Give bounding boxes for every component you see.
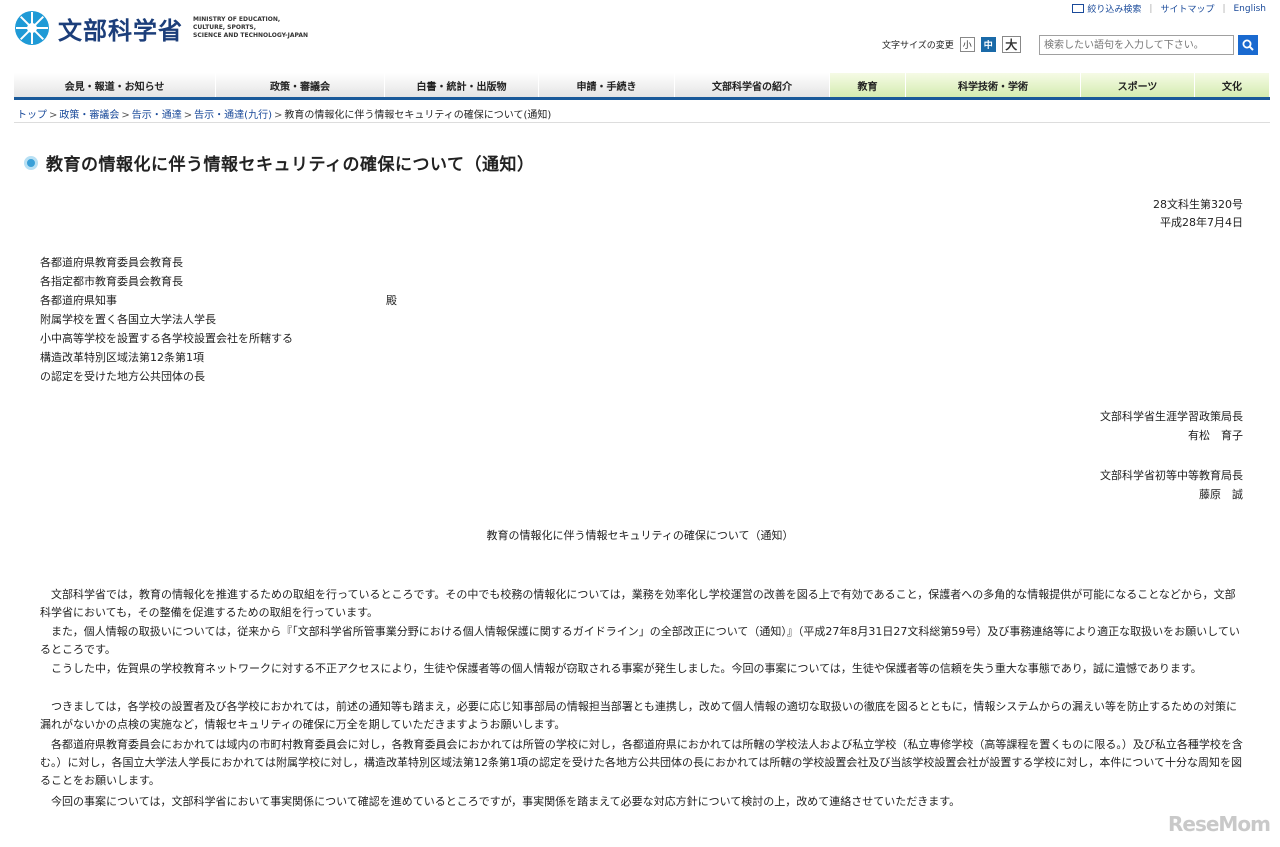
logo-text-en: MINISTRY OF EDUCATION, CULTURE, SPORTS, …	[193, 16, 308, 39]
breadcrumb: トップ > 政策・審議会 > 告示・通達 > 告示・通達(九行) > 教育の情報化に伴う情報セキ…	[17, 106, 551, 121]
sender-title: 文部科学省生涯学習政策局長	[1100, 410, 1243, 423]
site-logo[interactable]: 文部科学省 MINISTRY OF EDUCATION, CULTURE, SP…	[14, 10, 313, 46]
body-paragraph: こうした中，佐賀県の学校教育ネットワークに対する不正アクセスにより，生徒や保護者…	[51, 662, 1202, 675]
sender-name: 藤原 誠	[1199, 488, 1243, 501]
recipient-line: 附属学校を置く各国立大学法人学長	[40, 313, 216, 326]
site-search	[1039, 35, 1258, 55]
filter-search-link[interactable]: 絞り込み検索	[1087, 2, 1141, 15]
nav-item-policy[interactable]: 政策・審議会	[216, 73, 385, 97]
page-title: 教育の情報化に伴う情報セキュリティの確保について（通知）	[24, 150, 534, 175]
body-paragraph: 今回の事案については，文部科学省において事実関係について確認を進めているところで…	[51, 795, 961, 808]
mext-emblem-icon	[15, 11, 49, 45]
font-size-small-button[interactable]: 小	[959, 37, 975, 52]
nav-item-sports[interactable]: スポーツ	[1081, 73, 1195, 97]
breadcrumb-arrow-icon: >	[273, 110, 283, 121]
filter-search-icon	[1072, 4, 1085, 13]
nav-item-publications[interactable]: 白書・統計・出版物	[385, 73, 539, 97]
nav-item-about[interactable]: 文部科学省の紹介	[675, 73, 830, 97]
search-input[interactable]	[1039, 35, 1234, 55]
nav-item-applications[interactable]: 申請・手続き	[539, 73, 675, 97]
site-header: 文部科学省 MINISTRY OF EDUCATION, CULTURE, SP…	[0, 0, 1280, 72]
font-size-label: 文字サイズの変更	[882, 41, 954, 51]
sender-title: 文部科学省初等中等教育局長	[1100, 469, 1243, 482]
breadcrumb-arrow-icon: >	[183, 110, 193, 121]
utility-links: 絞り込み検索 | サイトマップ | English	[1072, 2, 1266, 15]
sitemap-link[interactable]: サイトマップ	[1160, 2, 1214, 15]
document-number: 28文科生第320号	[1153, 198, 1243, 211]
search-icon	[1242, 39, 1254, 51]
title-bullet-icon	[24, 155, 38, 170]
recipient-line: 各都道府県教育委員会教育長	[40, 256, 183, 269]
nav-item-education[interactable]: 教育	[830, 73, 906, 97]
font-size-medium-button[interactable]: 中	[980, 37, 996, 52]
divider: |	[1149, 3, 1153, 14]
recipient-line: 各指定都市教育委員会教育長	[40, 275, 183, 288]
global-nav: 会見・報道・お知らせ 政策・審議会 白書・統計・出版物 申請・手続き 文部科学省…	[14, 73, 1270, 100]
font-size-control: 文字サイズの変更 小 中 大	[882, 36, 1021, 53]
body-paragraph: つきましては，各学校の設置者及び各学校におかれては，前述の通知等も踏まえ，必要に…	[40, 700, 1238, 731]
nav-item-culture[interactable]: 文化	[1195, 73, 1270, 97]
breadcrumb-current: 教育の情報化に伴う情報セキュリティの確保について(通知)	[284, 110, 552, 121]
honorific: 殿	[386, 294, 397, 307]
breadcrumb-link-top[interactable]: トップ	[17, 110, 47, 121]
nav-item-press[interactable]: 会見・報道・お知らせ	[14, 73, 216, 97]
body-paragraph: 各都道府県教育委員会におかれては域内の市町村教育委員会に対し，各教育委員会におか…	[40, 738, 1243, 787]
breadcrumb-link-policy[interactable]: 政策・審議会	[59, 110, 119, 121]
recipient-line: 各都道府県知事	[40, 294, 117, 307]
nav-item-science[interactable]: 科学技術・学術	[906, 73, 1081, 97]
document-subject: 教育の情報化に伴う情報セキュリティの確保について（通知）	[486, 529, 794, 542]
breadcrumb-arrow-icon: >	[121, 110, 130, 121]
breadcrumb-arrow-icon: >	[49, 110, 58, 121]
recipient-line: の認定を受けた地方公共団体の長	[40, 370, 205, 383]
recipient-line: 小中高等学校を設置する各学校設置会社を所轄する	[40, 332, 293, 345]
logo-text-jp: 文部科学省	[58, 16, 183, 45]
body-paragraph: また，個人情報の取扱いについては，従来から『「文部科学省所管事業分野における個人…	[40, 625, 1240, 656]
divider: |	[1222, 3, 1226, 14]
document-date: 平成28年7月4日	[1160, 216, 1243, 229]
font-size-large-button[interactable]: 大	[1001, 36, 1021, 53]
search-button[interactable]	[1238, 35, 1258, 55]
recipient-line: 構造改革特別区域法第12条第1項	[40, 351, 204, 364]
divider	[14, 122, 1270, 123]
page-title-text: 教育の情報化に伴う情報セキュリティの確保について（通知）	[46, 155, 535, 175]
body-paragraph: 文部科学省では，教育の情報化を推進するための取組を行っているところです。その中で…	[40, 588, 1236, 619]
english-link[interactable]: English	[1234, 4, 1267, 14]
breadcrumb-link-notices[interactable]: 告示・通達	[132, 110, 182, 121]
resemom-watermark-logo: ReseMom	[1168, 812, 1271, 836]
sender-name: 有松 育子	[1188, 429, 1243, 442]
breadcrumb-link-notices-sub[interactable]: 告示・通達(九行)	[194, 110, 272, 121]
